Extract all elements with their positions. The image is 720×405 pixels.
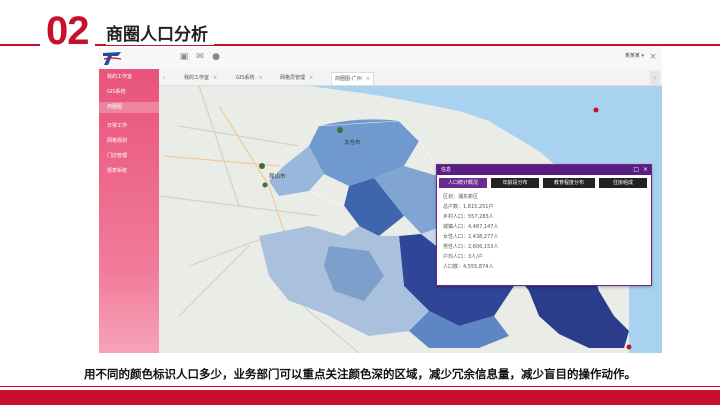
- close-icon[interactable]: ×: [366, 76, 370, 82]
- popup-tabs: 人口统计概况 年龄段分布 教育程度分布 住房组成: [437, 178, 651, 190]
- tab-next-arrow[interactable]: ›: [650, 71, 660, 85]
- sidebar-item-trade-area[interactable]: 商圈图: [99, 102, 159, 113]
- popup-line-households: 总户数：1,815,251户: [443, 204, 494, 210]
- tab-gis[interactable]: GIS系统 ×: [233, 72, 266, 84]
- app-header: ▣ ✉ ● 某某某 ▾ ×: [99, 47, 662, 70]
- close-icon[interactable]: ×: [309, 75, 313, 81]
- poi-marker-icon[interactable]: [259, 163, 265, 169]
- popup-line-female: 女性人口：2,438,277人: [443, 234, 499, 240]
- popup-line-population: 人口数：4,555,874人: [443, 264, 494, 270]
- user-menu[interactable]: 某某某 ▾: [625, 52, 644, 59]
- popup-header: 信息 □ ×: [437, 165, 651, 175]
- slide-caption: 用不同的颜色标识人口多少，业务部门可以重点关注颜色深的区域，减少冗余信息量，减少…: [84, 367, 636, 381]
- info-popup: 信息 □ × 人口统计概况 年龄段分布 教育程度分布 住房组成 区划：浦东新区 …: [436, 164, 652, 286]
- maximize-icon[interactable]: □: [633, 165, 639, 175]
- popup-body: 区划：浦东新区 总户数：1,815,251户 乡村人口：557,283人 城镇人…: [437, 190, 651, 274]
- slide-number: 02: [40, 8, 95, 54]
- tab-trade-area-map[interactable]: 商圈图-广州 ×: [331, 72, 375, 85]
- sidebar-item-grid-plan[interactable]: 网格规划: [99, 136, 159, 147]
- popup-line-per-household: 户均人口：3人/户: [443, 254, 483, 260]
- sidebar-item-daily-work[interactable]: 日常工作: [99, 121, 159, 132]
- map-label-taicang: 太仓市: [344, 138, 361, 146]
- sidebar: 我的工作室 GIS系统 商圈图 日常工作 网格规划 门店管理 报表系统: [99, 69, 159, 353]
- close-icon[interactable]: ×: [259, 75, 263, 81]
- tab-age-distribution[interactable]: 年龄段分布: [491, 178, 539, 188]
- poi-marker-icon[interactable]: [337, 127, 343, 133]
- tab-housing-composition[interactable]: 住房组成: [599, 178, 647, 188]
- message-icon[interactable]: ✉: [195, 52, 205, 62]
- bottom-bar: [0, 390, 720, 405]
- tab-prev-arrow[interactable]: ‹: [159, 71, 169, 85]
- sidebar-item-reports[interactable]: 报表系统: [99, 166, 159, 177]
- map-label-kunshan: 昆山市: [269, 172, 286, 180]
- sidebar-item-store[interactable]: 门店管理: [99, 151, 159, 162]
- notification-icon[interactable]: ●: [211, 52, 221, 62]
- poi-marker-icon[interactable]: [262, 182, 268, 188]
- layout-icon[interactable]: ▣: [179, 52, 189, 62]
- popup-line-rural: 乡村人口：557,283人: [443, 214, 494, 220]
- tab-bar: ‹ 我的工作室 × GIS系统 × 网格员管理 × 商圈图-广州 × ›: [159, 69, 662, 86]
- popup-line-district: 区划：浦东新区: [443, 194, 479, 200]
- bottom-thin-line: [0, 386, 720, 387]
- close-icon[interactable]: ×: [213, 75, 217, 81]
- sidebar-item-workspace[interactable]: 我的工作室: [99, 72, 159, 83]
- tab-population-overview[interactable]: 人口统计概况: [439, 178, 487, 188]
- sidebar-item-gis[interactable]: GIS系统: [99, 87, 159, 98]
- poi-marker-icon[interactable]: [626, 344, 632, 350]
- popup-line-male: 男性人口：2,606,153人: [443, 244, 499, 250]
- tab-grid-staff[interactable]: 网格员管理 ×: [277, 72, 316, 84]
- app-logo-icon: [103, 52, 122, 65]
- tab-workspace[interactable]: 我的工作室 ×: [181, 72, 220, 84]
- close-icon[interactable]: ×: [643, 165, 648, 175]
- popup-title: 信息: [441, 167, 452, 173]
- slide-title: 商圈人口分析: [106, 20, 214, 45]
- popup-line-urban: 城镇人口：4,487,147人: [443, 224, 499, 230]
- tab-education-distribution[interactable]: 教育程度分布: [543, 178, 595, 188]
- close-icon[interactable]: ×: [648, 52, 658, 62]
- poi-marker-icon[interactable]: [593, 107, 599, 113]
